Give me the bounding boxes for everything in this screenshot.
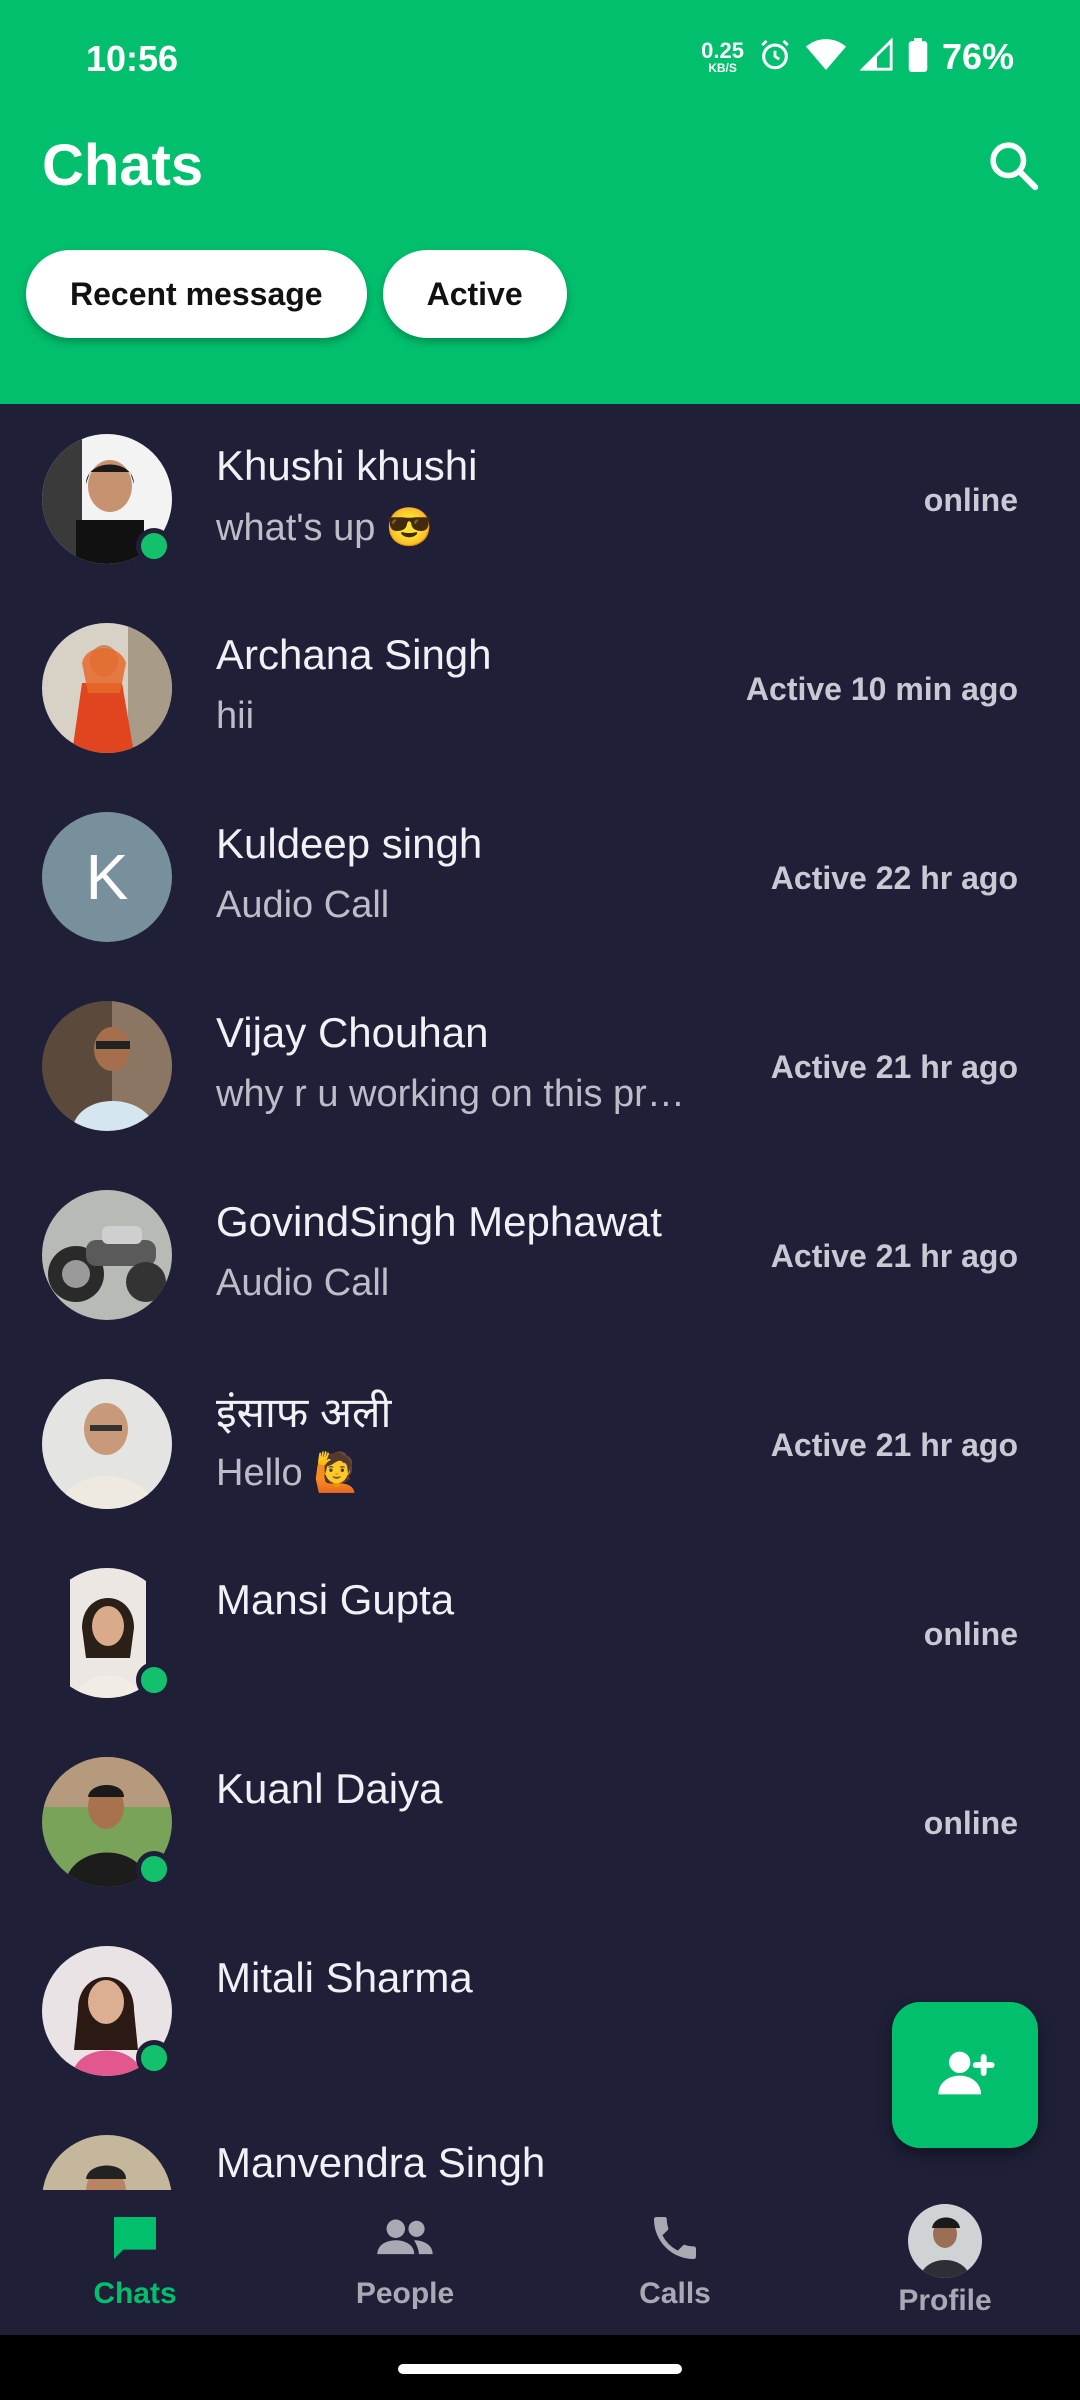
avatar-letter: K — [42, 812, 172, 942]
chat-status: online — [923, 482, 1018, 518]
chat-list: Khushi khushi what's up 😎 online Archana… — [0, 404, 1080, 2190]
nav-chats[interactable]: Chats — [35, 2210, 235, 2311]
online-indicator — [136, 1851, 172, 1887]
chat-status: online — [923, 1805, 1018, 1841]
nav-label: Chats — [93, 2277, 177, 2310]
nav-people[interactable]: People — [305, 2210, 505, 2311]
chat-name: Mitali Sharma — [216, 1954, 473, 2001]
chat-name: Mansi Gupta — [216, 1576, 455, 1623]
gesture-handle[interactable] — [398, 2364, 682, 2374]
nav-label: Calls — [639, 2277, 711, 2310]
chat-message: Audio Call — [216, 1262, 390, 1304]
avatar — [42, 1001, 172, 1131]
cell-signal-icon — [859, 36, 894, 77]
chat-message: hii — [216, 695, 255, 737]
chat-name: Vijay Chouhan — [216, 1009, 489, 1056]
chat-status: Active 10 min ago — [745, 671, 1018, 707]
filter-chips: Recent message Active — [26, 250, 567, 338]
bottom-nav: Chats People Calls Profile — [0, 2190, 1080, 2335]
chat-status: Active 21 hr ago — [770, 1427, 1018, 1463]
chat-name: Kuanl Daiya — [216, 1765, 443, 1812]
wifi-icon — [805, 38, 846, 77]
avatar — [42, 623, 172, 753]
status-bar: 10:56 0.25 KB/S 76% — [0, 0, 1080, 120]
online-indicator — [136, 2040, 172, 2076]
avatar — [42, 2135, 172, 2190]
chat-bubble-icon — [107, 2210, 163, 2271]
search-icon — [985, 137, 1041, 198]
chat-status: Active 22 hr ago — [770, 860, 1018, 896]
chat-name: GovindSingh Mephawat — [216, 1198, 662, 1245]
search-button[interactable] — [976, 130, 1050, 204]
battery-icon — [908, 37, 928, 77]
network-speed-unit: KB/S — [708, 61, 737, 75]
chat-message: Audio Call — [216, 884, 390, 926]
alarm-icon — [758, 38, 792, 77]
chat-row[interactable]: Mansi Gupta online — [0, 1538, 1080, 1727]
chat-name: Kuldeep singh — [216, 820, 483, 867]
chat-name: Khushi khushi — [216, 442, 478, 489]
chat-message: what's up 😎 — [216, 507, 434, 549]
avatar — [42, 1190, 172, 1320]
network-speed-value: 0.25 — [701, 38, 744, 63]
network-speed: 0.25 KB/S — [701, 38, 744, 75]
chat-status: online — [923, 1616, 1018, 1652]
status-icons: 0.25 KB/S 76% — [701, 36, 1014, 78]
chat-status: Active 21 hr ago — [770, 1238, 1018, 1274]
nav-profile[interactable]: Profile — [845, 2204, 1045, 2318]
header: 10:56 0.25 KB/S 76% Chats Recent message… — [0, 0, 1080, 404]
chat-row[interactable]: Kuanl Daiya online — [0, 1727, 1080, 1916]
online-indicator — [136, 528, 172, 564]
chat-row[interactable]: इंसाफ अली Hello 🙋 Active 21 hr ago — [0, 1349, 1080, 1538]
filter-active[interactable]: Active — [382, 250, 567, 338]
people-icon — [375, 2210, 435, 2271]
page-title: Chats — [42, 133, 204, 198]
chat-row[interactable]: Khushi khushi what's up 😎 online — [0, 404, 1080, 593]
chat-row[interactable]: GovindSingh Mephawat Audio Call Active 2… — [0, 1160, 1080, 1349]
add-contact-button[interactable] — [892, 2002, 1038, 2148]
status-time: 10:56 — [86, 38, 179, 79]
avatar — [42, 1379, 172, 1509]
battery-percent: 76% — [941, 36, 1014, 77]
chat-row[interactable]: K Kuldeep singh Audio Call Active 22 hr … — [0, 782, 1080, 971]
chat-name: Archana Singh — [216, 631, 492, 678]
chats-screen: 10:56 0.25 KB/S 76% Chats Recent message… — [0, 0, 1080, 2400]
chat-name: इंसाफ अली — [216, 1389, 392, 1436]
chat-row[interactable]: Vijay Chouhan why r u working on this pr… — [0, 971, 1080, 1160]
chat-name: Manvendra Singh — [216, 2139, 546, 2186]
filter-recent-message[interactable]: Recent message — [26, 250, 367, 338]
phone-icon — [647, 2210, 703, 2271]
chat-message: why r u working on this pr… — [216, 1073, 685, 1115]
profile-avatar — [908, 2204, 982, 2278]
nav-label: People — [355, 2277, 455, 2310]
online-indicator — [136, 1662, 172, 1698]
add-person-icon — [933, 2041, 997, 2110]
chat-row[interactable]: Archana Singh hii Active 10 min ago — [0, 593, 1080, 782]
nav-label: Profile — [898, 2284, 992, 2317]
nav-calls[interactable]: Calls — [575, 2210, 775, 2311]
chat-message: Hello 🙋 — [216, 1452, 361, 1494]
chat-status: Active 21 hr ago — [770, 1049, 1018, 1085]
